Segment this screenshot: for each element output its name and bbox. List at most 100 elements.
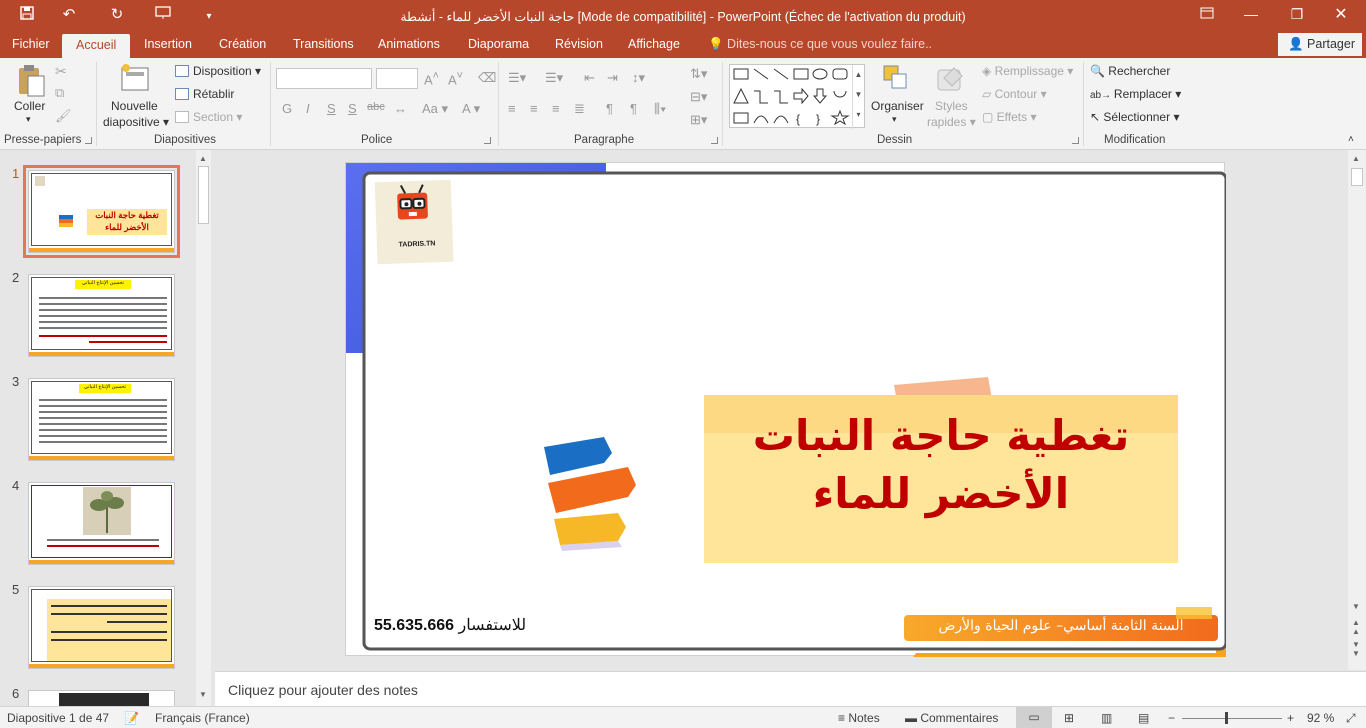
collapse-ribbon-icon[interactable]: ˄ xyxy=(1348,134,1354,145)
shape-fill-button[interactable]: ◈ Remplissage ▾ xyxy=(982,64,1073,78)
close-icon[interactable]: ✕ xyxy=(1326,4,1356,24)
rtl-icon[interactable]: ¶ xyxy=(606,101,613,116)
bold-button[interactable]: G xyxy=(282,101,292,116)
paragraph-launcher-icon[interactable] xyxy=(711,137,718,144)
smartart-icon[interactable]: ⊞▾ xyxy=(690,112,707,128)
tab-design[interactable]: Création xyxy=(219,37,266,51)
comments-toggle[interactable]: ▬ Commentaires xyxy=(905,711,998,725)
cut-icon[interactable]: ✂ xyxy=(55,63,67,80)
arrange-button[interactable]: Organiser xyxy=(871,99,924,113)
slideshow-icon[interactable]: ▤ xyxy=(1138,711,1149,725)
shape-outline-button[interactable]: ▱ Contour ▾ xyxy=(982,87,1047,101)
grow-font-icon[interactable]: A˄ xyxy=(424,70,439,87)
text-direction-icon[interactable]: ⇅▾ xyxy=(690,66,707,82)
zoom-out-icon[interactable]: − xyxy=(1168,711,1175,725)
share-button[interactable]: 👤 Partager xyxy=(1278,33,1362,56)
justify-icon[interactable]: ≣ xyxy=(574,101,585,117)
fit-to-window-icon[interactable]: ⤢ xyxy=(1346,711,1356,726)
decrease-indent-icon[interactable]: ⇤ xyxy=(584,70,595,86)
layout-button[interactable]: Disposition ▾ xyxy=(175,64,261,78)
shapes-more-icon[interactable]: ▲ ▼ ▾ xyxy=(852,65,864,129)
underline-button[interactable]: S xyxy=(327,101,336,116)
numbering-icon[interactable]: ☰▾ xyxy=(545,70,563,86)
scroll-down-icon[interactable]: ▼ xyxy=(199,690,207,699)
scroll-up-icon[interactable]: ▲ xyxy=(1352,154,1360,163)
slide-footer-text[interactable]: السنة الثامنة أساسي– علوم الحياة والأرض xyxy=(906,618,1216,634)
spellcheck-icon[interactable]: 📝 xyxy=(124,711,139,725)
new-slide-label[interactable]: Nouvelle xyxy=(111,99,158,113)
current-slide[interactable]: TADRIS.TN تغطية حاجة النبات الأخضر للماء… xyxy=(345,162,1226,657)
drawing-launcher-icon[interactable] xyxy=(1072,137,1079,144)
font-launcher-icon[interactable] xyxy=(484,137,491,144)
quick-styles-button[interactable]: rapides ▾ xyxy=(927,115,976,129)
section-button[interactable]: Section ▾ xyxy=(175,110,242,124)
new-slide-button[interactable]: diapositive ▾ xyxy=(103,115,169,129)
tab-transitions[interactable]: Transitions xyxy=(293,37,354,51)
thumbnails-scrollbar[interactable]: ▲ ▼ xyxy=(196,150,211,706)
align-left-icon[interactable]: ≡ xyxy=(508,101,516,116)
ltr-icon[interactable]: ¶ xyxy=(630,101,637,116)
font-color-icon[interactable]: A ▾ xyxy=(462,101,480,117)
quick-styles-icon[interactable] xyxy=(936,64,966,97)
increase-indent-icon[interactable]: ⇥ xyxy=(607,70,618,86)
tab-slideshow[interactable]: Diaporama xyxy=(468,37,529,51)
clipboard-launcher-icon[interactable] xyxy=(85,137,92,144)
save-icon[interactable] xyxy=(16,6,38,25)
strikethrough-button[interactable]: abc xyxy=(367,101,385,113)
ribbon-display-icon[interactable] xyxy=(1192,6,1222,22)
arrange-dropdown-icon[interactable]: ▾ xyxy=(892,114,897,125)
undo-icon[interactable]: ↶ xyxy=(58,6,80,24)
scrollbar-thumb[interactable] xyxy=(1351,168,1363,186)
normal-view-icon[interactable]: ▭ xyxy=(1016,707,1052,728)
previous-slide-icon[interactable]: ▲ ▲ xyxy=(1352,618,1360,636)
quick-styles-label[interactable]: Styles xyxy=(935,99,968,113)
paste-dropdown-icon[interactable]: ▾ xyxy=(26,114,31,125)
tab-file[interactable]: Fichier xyxy=(12,37,50,51)
align-right-icon[interactable]: ≡ xyxy=(552,101,560,116)
columns-icon[interactable]: ⫼▾ xyxy=(654,101,666,117)
zoom-in-icon[interactable]: + xyxy=(1287,711,1294,725)
zoom-level[interactable]: 92 % xyxy=(1307,711,1334,725)
copy-icon[interactable]: ⧉ xyxy=(55,85,64,101)
format-painter-icon[interactable]: 🖌 xyxy=(55,108,72,124)
bullets-icon[interactable]: ☰▾ xyxy=(508,70,526,86)
align-text-icon[interactable]: ⊟▾ xyxy=(690,89,707,105)
arrange-icon[interactable] xyxy=(882,64,910,95)
redo-icon[interactable]: ↻ xyxy=(106,6,128,24)
shape-effects-button[interactable]: ▢ Effets ▾ xyxy=(982,110,1037,124)
slide-thumbnail-6[interactable] xyxy=(28,690,175,706)
zoom-slider[interactable] xyxy=(1182,718,1282,719)
scroll-down-icon[interactable]: ▼ xyxy=(1352,602,1360,611)
tab-view[interactable]: Affichage xyxy=(628,37,680,51)
shrink-font-icon[interactable]: A˅ xyxy=(448,70,463,87)
tab-home[interactable]: Accueil xyxy=(62,34,131,58)
character-spacing-icon[interactable]: ↔ xyxy=(394,101,407,116)
customize-icon[interactable]: ▾ xyxy=(198,8,220,26)
slide-scrollbar[interactable]: ▲ ▼ ▲ ▲ ▼ ▼ xyxy=(1348,150,1366,670)
tell-me-search[interactable]: 💡 Dites-nous ce que vous voulez faire.. xyxy=(708,37,932,52)
reset-button[interactable]: Rétablir xyxy=(175,87,234,101)
zoom-slider-thumb[interactable] xyxy=(1225,712,1228,724)
slide-sorter-icon[interactable]: ⊞ xyxy=(1064,711,1074,725)
present-from-start-icon[interactable] xyxy=(152,6,174,25)
next-slide-icon[interactable]: ▼ ▼ xyxy=(1352,640,1360,658)
font-name-combo[interactable] xyxy=(276,68,372,89)
text-shadow-button[interactable]: S xyxy=(348,101,357,116)
notes-toggle[interactable]: ≡ Notes xyxy=(838,711,880,725)
replace-button[interactable]: ab→ Remplacer ▾ xyxy=(1090,87,1181,101)
contact-line[interactable]: 55.635.666 للاستفسار xyxy=(374,615,526,635)
paste-icon[interactable] xyxy=(16,64,46,101)
tab-review[interactable]: Révision xyxy=(555,37,603,51)
scrollbar-thumb[interactable] xyxy=(198,166,209,224)
slide-thumbnail-5[interactable] xyxy=(28,586,175,669)
slide-thumbnail-2[interactable]: تحسين الإنتاج النباتي xyxy=(28,274,175,357)
clear-formatting-icon[interactable]: ⌫ xyxy=(478,70,496,86)
slide-thumbnail-3[interactable]: تحسين الإنتاج النباتي xyxy=(28,378,175,461)
restore-icon[interactable]: ❐ xyxy=(1282,6,1312,23)
new-slide-icon[interactable] xyxy=(120,64,152,97)
slide-thumbnail-1[interactable]: تغطية حاجة النبات الأخضر للماء xyxy=(23,165,180,258)
scroll-up-icon[interactable]: ▲ xyxy=(199,154,207,163)
font-size-combo[interactable] xyxy=(376,68,418,89)
select-button[interactable]: ↖ Sélectionner ▾ xyxy=(1090,110,1179,124)
change-case-button[interactable]: Aa ▾ xyxy=(422,101,448,117)
